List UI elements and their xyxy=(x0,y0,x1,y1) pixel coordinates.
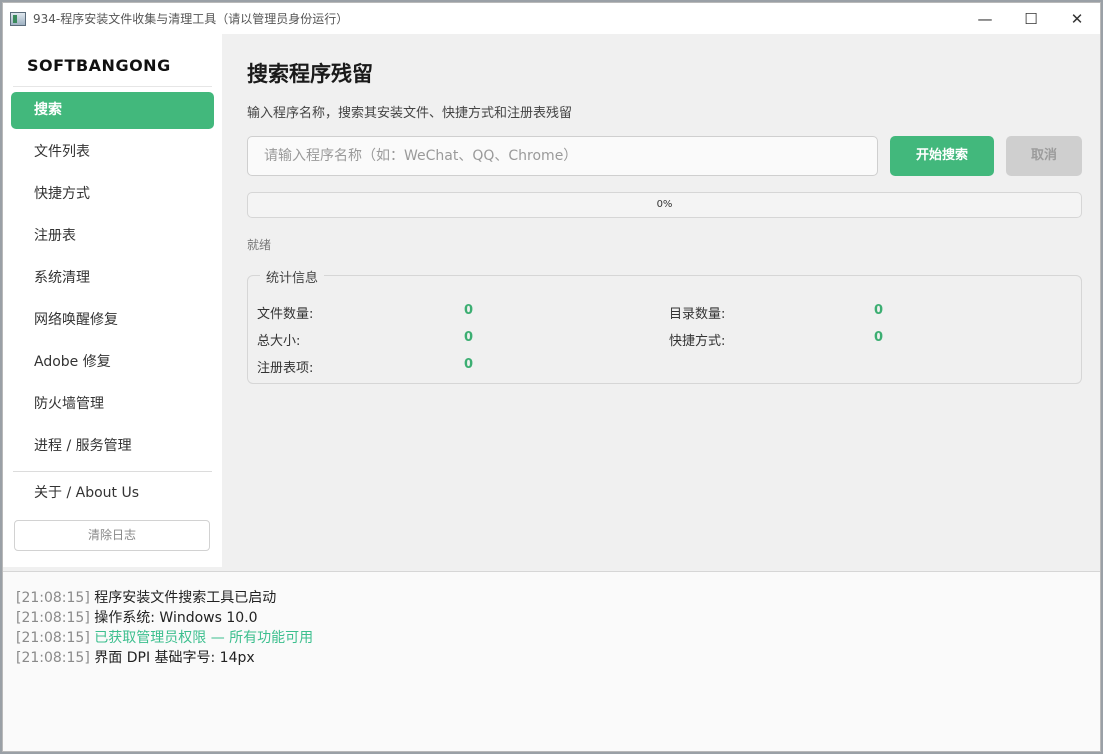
sidebar-item-about[interactable]: 关于 / About Us xyxy=(11,475,214,512)
window-title: 934-程序安装文件收集与清理工具（请以管理员身份运行） xyxy=(33,12,349,26)
log-timestamp: [21:08:15] xyxy=(16,590,90,606)
log-panel[interactable]: [21:08:15] 程序安装文件搜索工具已启动 [21:08:15] 操作系统… xyxy=(3,571,1100,751)
progress-bar: 0% xyxy=(247,192,1082,218)
total-size-label: 总大小: xyxy=(257,334,301,349)
registry-count-value: 0 xyxy=(464,357,474,372)
sidebar-item-wol-repair[interactable]: 网络唤醒修复 xyxy=(11,302,214,339)
sidebar-item-file-list[interactable]: 文件列表 xyxy=(11,134,214,171)
page-title: 搜索程序残留 xyxy=(247,62,373,86)
sidebar-item-firewall[interactable]: 防火墙管理 xyxy=(11,386,214,423)
window-controls: — ☐ ✕ xyxy=(962,3,1100,34)
divider xyxy=(13,86,212,87)
page-subtitle: 输入程序名称，搜索其安装文件、快捷方式和注册表残留 xyxy=(247,106,573,121)
stats-legend: 统计信息 xyxy=(260,267,325,286)
total-size-value: 0 xyxy=(464,330,474,345)
program-name-input[interactable] xyxy=(247,136,878,176)
log-line: [21:08:15] 程序安装文件搜索工具已启动 xyxy=(16,587,276,607)
stats-group: 统计信息 文件数量: 0 目录数量: 0 总大小: 0 快捷方式: 0 注册表项… xyxy=(247,267,1082,384)
sidebar: SOFTBANGONG 搜索 文件列表 快捷方式 注册表 系统清理 网络唤醒修复… xyxy=(3,34,222,567)
brand-logo: SOFTBANGONG xyxy=(27,56,171,75)
progress-text: 0% xyxy=(656,199,673,210)
maximize-button[interactable]: ☐ xyxy=(1008,3,1054,34)
registry-count-label: 注册表项: xyxy=(257,361,314,376)
sidebar-item-system-clean[interactable]: 系统清理 xyxy=(11,260,214,297)
sidebar-item-registry[interactable]: 注册表 xyxy=(11,218,214,255)
minimize-button[interactable]: — xyxy=(962,3,1008,34)
dir-count-label: 目录数量: xyxy=(669,307,726,322)
log-line: [21:08:15] 操作系统: Windows 10.0 xyxy=(16,607,258,627)
log-line: [21:08:15] 界面 DPI 基础字号: 14px xyxy=(16,647,255,667)
file-count-value: 0 xyxy=(464,303,474,318)
title-bar: 934-程序安装文件收集与清理工具（请以管理员身份运行） — ☐ ✕ xyxy=(3,3,1100,34)
sidebar-item-search[interactable]: 搜索 xyxy=(11,92,214,129)
log-timestamp: [21:08:15] xyxy=(16,630,90,646)
log-message: 程序安装文件搜索工具已启动 xyxy=(94,590,277,606)
dir-count-value: 0 xyxy=(874,303,884,318)
log-message: 界面 DPI 基础字号: 14px xyxy=(94,650,255,666)
sidebar-item-shortcuts[interactable]: 快捷方式 xyxy=(11,176,214,213)
log-timestamp: [21:08:15] xyxy=(16,650,90,666)
cancel-button[interactable]: 取消 xyxy=(1006,136,1082,176)
shortcut-count-value: 0 xyxy=(874,330,884,345)
status-text: 就绪 xyxy=(247,238,272,252)
sidebar-item-adobe-repair[interactable]: Adobe 修复 xyxy=(11,344,214,381)
shortcut-count-label: 快捷方式: xyxy=(669,334,726,349)
close-button[interactable]: ✕ xyxy=(1054,3,1100,34)
start-search-button[interactable]: 开始搜索 xyxy=(890,136,994,176)
log-message: 已获取管理员权限 — 所有功能可用 xyxy=(94,630,314,646)
log-message: 操作系统: Windows 10.0 xyxy=(94,610,258,626)
divider xyxy=(13,471,212,472)
log-timestamp: [21:08:15] xyxy=(16,610,90,626)
clear-log-button[interactable]: 清除日志 xyxy=(14,520,210,551)
sidebar-item-process-service[interactable]: 进程 / 服务管理 xyxy=(11,428,214,465)
file-count-label: 文件数量: xyxy=(257,307,314,322)
main-panel: 搜索程序残留 输入程序名称，搜索其安装文件、快捷方式和注册表残留 开始搜索 取消… xyxy=(222,34,1100,567)
app-icon xyxy=(10,11,26,26)
log-line: [21:08:15] 已获取管理员权限 — 所有功能可用 xyxy=(16,627,313,647)
app-window: 934-程序安装文件收集与清理工具（请以管理员身份运行） — ☐ ✕ SOFTB… xyxy=(2,2,1101,752)
